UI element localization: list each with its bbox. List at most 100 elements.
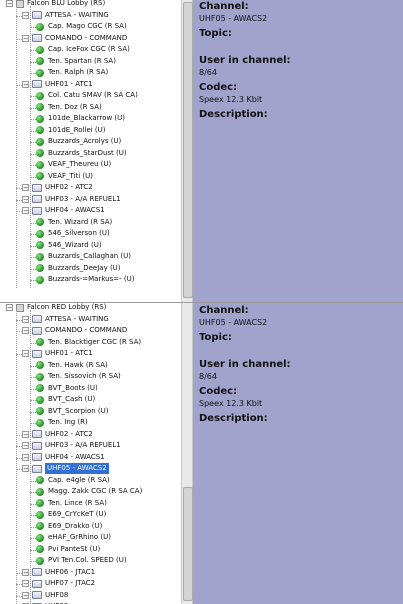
- user-row[interactable]: VEAF_Titi (U): [36, 171, 93, 182]
- user-row[interactable]: Cap. Mago CGC (R SA): [36, 21, 127, 32]
- user-row[interactable]: VEAF_Theureu (U): [36, 159, 111, 170]
- channel-row[interactable]: − COMANDO - COMMAND: [22, 33, 127, 44]
- channel-row[interactable]: − UHF02 - ATC2: [22, 182, 93, 193]
- user-row[interactable]: Pvi PanteSt (U): [36, 544, 100, 555]
- channel-row[interactable]: − COMANDO - COMMAND: [22, 325, 127, 336]
- collapse-toggle-icon[interactable]: −: [22, 568, 29, 576]
- collapse-toggle-icon[interactable]: −: [22, 580, 29, 588]
- channel-icon: [32, 430, 42, 438]
- user-status-icon: [36, 407, 44, 415]
- user-row[interactable]: Ten. Ing (R): [36, 417, 88, 428]
- user-row[interactable]: Buzzards_StarDust (U): [36, 148, 127, 159]
- collapse-toggle-icon[interactable]: −: [22, 11, 29, 19]
- user-row[interactable]: Ten. Hawk (R SA): [36, 360, 108, 371]
- channel-row[interactable]: − UHF02 - ATC2: [22, 429, 93, 440]
- channel-row[interactable]: − ATTESA - WAITING: [22, 10, 109, 21]
- collapse-toggle-icon[interactable]: −: [22, 350, 29, 358]
- collapse-toggle-icon[interactable]: −: [22, 80, 29, 88]
- scrollbar-thumb[interactable]: [183, 2, 193, 298]
- user-row[interactable]: Cap. IceFox CGC (R SA): [36, 44, 130, 55]
- channel-row[interactable]: − UHF06 - JTAC1: [22, 567, 95, 578]
- channel-info-panel: Channel: UHF05 - AWACS2 Topic: User in c…: [193, 0, 403, 302]
- user-status-icon: [36, 114, 44, 123]
- tree-item-label: Ten. Spartan (R SA): [48, 56, 116, 65]
- channel-row[interactable]: − UHF07 - JTAC2: [22, 578, 95, 589]
- channel-row[interactable]: − UHF01 - ATC1: [22, 348, 93, 359]
- collapse-toggle-icon[interactable]: −: [22, 465, 29, 473]
- channel-icon: [32, 326, 42, 335]
- user-row[interactable]: BVT_Scorpion (U): [36, 406, 109, 417]
- user-row[interactable]: BVT_Boots (U): [36, 383, 98, 394]
- collapse-toggle-icon[interactable]: −: [22, 207, 29, 215]
- channel-tree[interactable]: − Falcon RED Lobby (RS) − ATTESA - WAITING −…: [0, 303, 181, 604]
- tree-item-label: Buzzards-=Markus=- (U): [48, 275, 135, 283]
- user-row[interactable]: Cap. e4gle (R SA): [36, 475, 110, 486]
- users-label: User in channel:: [199, 55, 291, 66]
- collapse-toggle-icon[interactable]: −: [22, 327, 29, 335]
- tree-scrollbar[interactable]: [181, 303, 193, 604]
- user-row[interactable]: 101de_Blackarrow (U): [36, 113, 125, 124]
- user-status-icon: [36, 68, 44, 77]
- collapse-toggle-icon[interactable]: −: [22, 34, 29, 42]
- collapse-toggle-icon[interactable]: −: [6, 0, 13, 8]
- channel-row[interactable]: − UHF04 - AWACS1: [22, 452, 105, 463]
- collapse-toggle-icon[interactable]: −: [22, 591, 29, 599]
- server-row[interactable]: − Falcon BLU Lobby (RS): [6, 0, 105, 9]
- user-row[interactable]: Ten. Sissovich (R SA): [36, 371, 121, 382]
- collapse-toggle-icon[interactable]: −: [22, 453, 29, 461]
- collapse-toggle-icon[interactable]: −: [22, 195, 29, 203]
- tree-item-label: UHF02 - ATC2: [45, 183, 93, 191]
- user-status-icon: [36, 275, 44, 284]
- user-status-icon: [36, 372, 44, 381]
- collapse-toggle-icon[interactable]: −: [22, 442, 29, 450]
- user-row[interactable]: Ten. Blacktiger CGC (R SA): [36, 337, 141, 348]
- user-status-icon: [36, 556, 44, 565]
- channel-row[interactable]: − UHF03 - A/A REFUEL1: [22, 194, 121, 205]
- user-row[interactable]: 101dE_Rollei (U): [36, 125, 106, 136]
- user-row[interactable]: Ten. Lince (R SA): [36, 498, 107, 509]
- user-row[interactable]: Magg. Zakk CGC (R SA CA): [36, 486, 142, 497]
- user-row[interactable]: Col. Catu SMAV (R SA CA): [36, 90, 138, 101]
- user-row[interactable]: eHAF_GrRhino (U): [36, 532, 111, 543]
- user-row[interactable]: Ten. Wizard (R SA): [36, 217, 112, 228]
- server-icon: [16, 0, 24, 8]
- collapse-toggle-icon[interactable]: −: [22, 430, 29, 438]
- tree-scrollbar[interactable]: [181, 0, 193, 302]
- channel-label: Channel:: [199, 305, 249, 316]
- collapse-toggle-icon[interactable]: −: [22, 315, 29, 323]
- user-row[interactable]: Buzzards-=Markus=- (U): [36, 274, 134, 285]
- tree-item-label: UHF04 - AWACS1: [45, 452, 105, 461]
- tree-item-label: 546_Silverson (U): [48, 229, 110, 237]
- user-status-icon: [36, 252, 44, 261]
- channel-tree[interactable]: − Falcon BLU Lobby (RS) − ATTESA - WAITING C…: [0, 0, 181, 302]
- channel-row[interactable]: − ATTESA - WAITING: [22, 314, 109, 325]
- user-row[interactable]: Ten. Doz (R SA): [36, 102, 102, 113]
- description-label: Description:: [199, 109, 268, 120]
- user-row[interactable]: 546_Silverson (U): [36, 228, 110, 239]
- tree-item-label: COMANDO - COMMAND: [45, 326, 128, 334]
- collapse-toggle-icon[interactable]: −: [22, 184, 29, 192]
- user-row[interactable]: PVI Ten.Col. SPEED (U): [36, 555, 127, 566]
- user-row[interactable]: E69_CrYcKeT (U): [36, 509, 106, 520]
- tree-item-label: UHF02 - ATC2: [45, 429, 93, 438]
- user-row[interactable]: 546_Wizard (U): [36, 240, 102, 251]
- user-row[interactable]: Buzzards_Callaghan (U): [36, 251, 131, 262]
- channel-row[interactable]: − UHF05 - AWACS2: [22, 463, 109, 474]
- user-row[interactable]: E69_Drakko (U): [36, 521, 102, 532]
- server-row[interactable]: − Falcon RED Lobby (RS): [6, 303, 106, 313]
- channel-row[interactable]: − UHF08: [22, 590, 68, 601]
- user-row[interactable]: Ten. Spartan (R SA): [36, 56, 116, 67]
- user-row[interactable]: Buzzards_Acrolys (U): [36, 136, 121, 147]
- channel-row[interactable]: − UHF04 - AWACS1: [22, 205, 105, 216]
- user-row[interactable]: Buzzards_DeeJay (U): [36, 263, 121, 274]
- collapse-toggle-icon[interactable]: −: [6, 304, 13, 312]
- tree-item-label: Ten. Ralph (R SA): [48, 68, 109, 76]
- user-row[interactable]: Ten. Ralph (R SA): [36, 67, 108, 78]
- channel-row[interactable]: − UHF01 - ATC1: [22, 79, 93, 90]
- tree-item-label: E69_CrYcKeT (U): [48, 510, 107, 518]
- scrollbar-thumb[interactable]: [183, 487, 193, 601]
- user-row[interactable]: BVT_Cash (U): [36, 394, 95, 405]
- user-status-icon: [36, 361, 44, 369]
- channel-row[interactable]: − UHF03 - A/A REFUEL1: [22, 440, 121, 451]
- user-status-icon: [36, 137, 44, 146]
